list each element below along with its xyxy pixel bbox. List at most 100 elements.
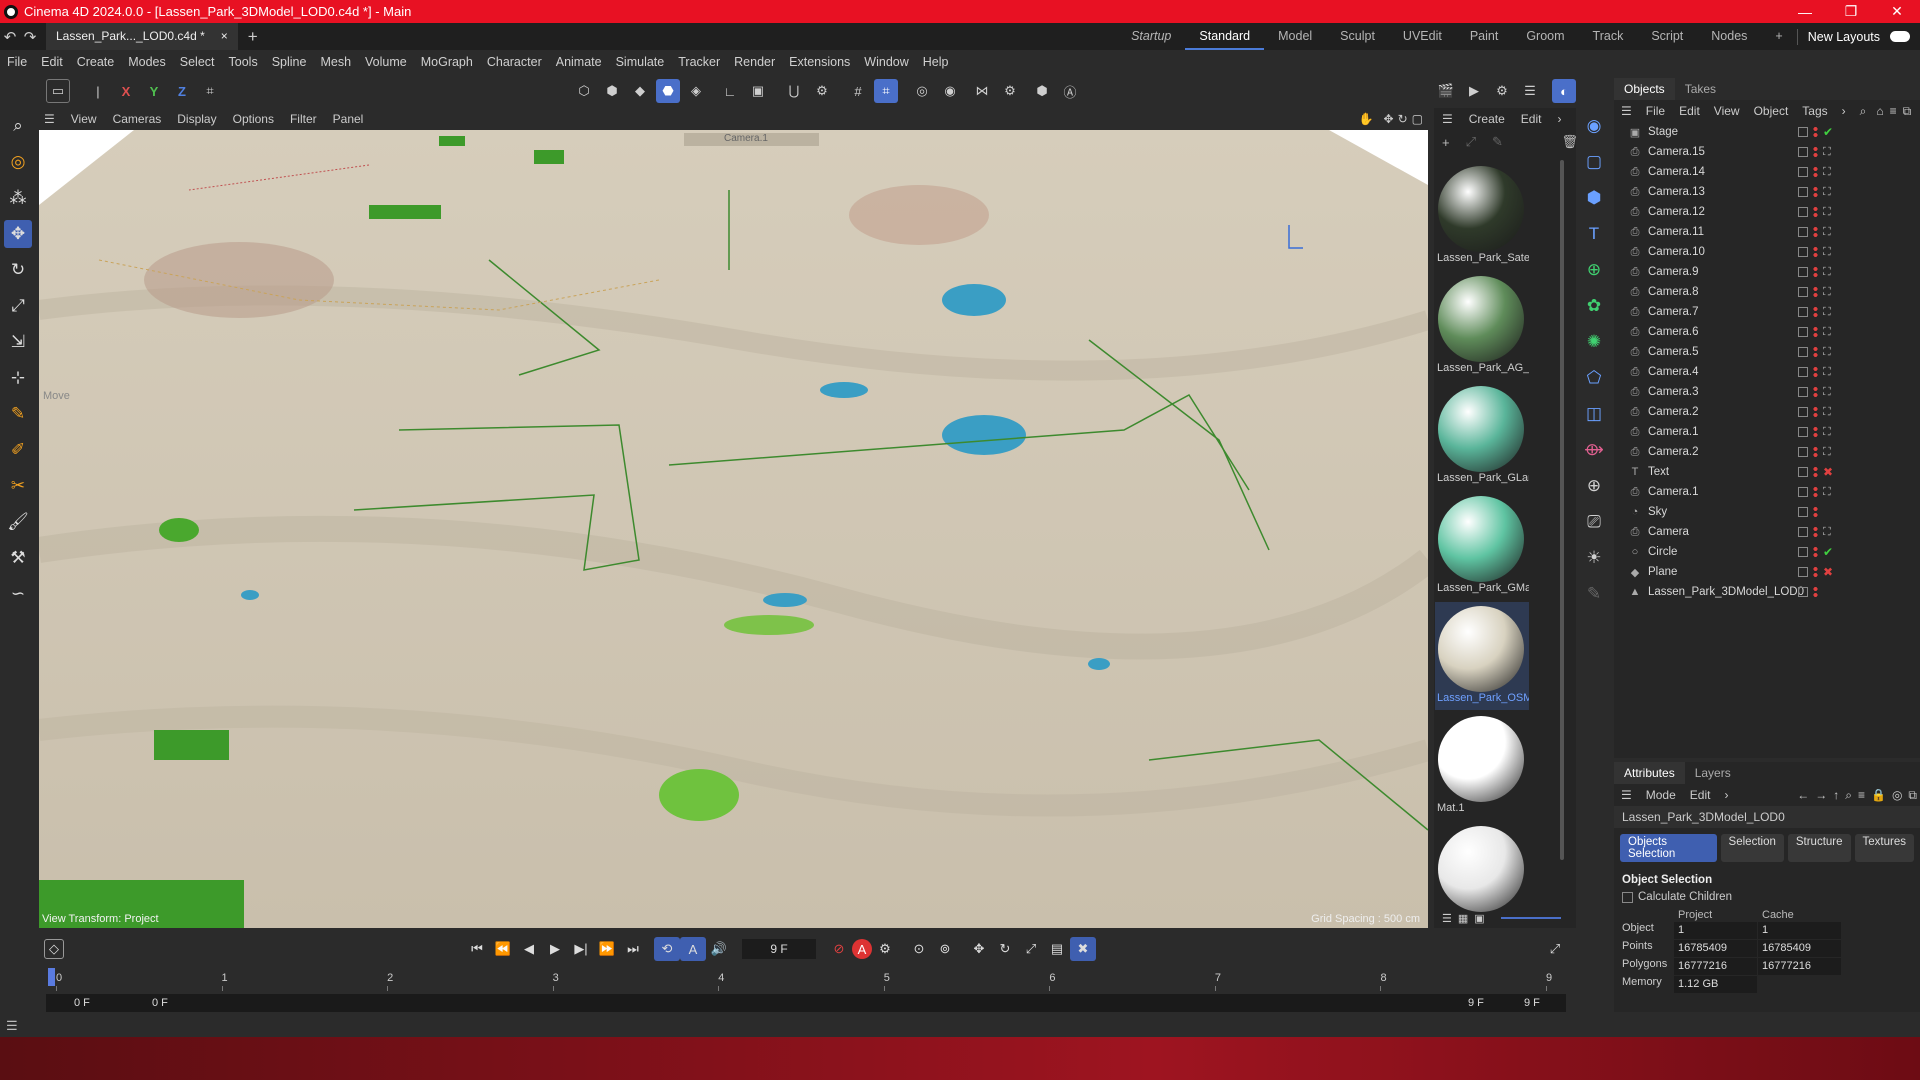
layer-edit-icon[interactable] [1798,167,1808,177]
next-key-icon[interactable]: ⏩ [594,937,620,961]
menu-mograph[interactable]: MoGraph [414,55,480,69]
autokey-icon[interactable]: A [852,939,872,959]
visibility-dots-icon[interactable] [1813,126,1818,138]
move-tool-icon[interactable]: ✥ [4,220,32,248]
playhead[interactable] [48,968,55,986]
camera-tag-icon[interactable]: ⛶ [1823,186,1831,199]
menu-simulate[interactable]: Simulate [609,55,672,69]
material-swatch[interactable] [1435,822,1529,912]
visibility-dots-icon[interactable] [1813,466,1818,478]
camera-tag-icon[interactable]: ⛶ [1823,326,1831,339]
layer-edit-icon[interactable] [1798,507,1808,517]
texture-mode-icon[interactable]: ▣ [746,79,770,103]
spline-pen-icon[interactable]: ✎ [4,400,32,428]
render-settings-icon[interactable]: ⚙ [1490,79,1514,103]
object-row[interactable]: ⎙ Camera.5 ⛶ [1614,342,1920,362]
layer-edit-icon[interactable] [1798,487,1808,497]
polygons-mode-icon[interactable]: ◆ [628,79,652,103]
redo-icon[interactable]: ↷ [20,28,40,46]
material-swatch[interactable]: Lassen_Park_GMa [1435,492,1529,600]
calculate-children-checkbox[interactable] [1622,891,1633,903]
layer-edit-icon[interactable] [1798,287,1808,297]
object-menu-file[interactable]: File [1639,104,1672,118]
key-param-icon[interactable]: ↻ [992,937,1018,961]
layout-tab-standard[interactable]: Standard [1185,23,1265,50]
restore-button[interactable]: ❐ [1828,3,1874,20]
camera-label[interactable]: Camera.1 [684,133,819,146]
camera-object-icon[interactable]: ◉ [1580,112,1608,140]
field-icon[interactable]: ◫ [1580,400,1608,428]
visibility-dots-icon[interactable] [1813,386,1818,398]
object-row[interactable]: ○ Circle ✔ [1614,542,1920,562]
object-row[interactable]: ▣ Stage ✔ [1614,122,1920,142]
object-row[interactable]: ⎙ Camera.1 ⛶ [1614,482,1920,502]
object-name[interactable]: Camera.3 [1648,386,1920,398]
filter-icon[interactable]: ≡ [1887,104,1900,118]
z-axis-lock-button[interactable]: Z [170,79,194,103]
visibility-dots-icon[interactable] [1813,566,1818,578]
workplane-icon[interactable]: ⌗ [874,79,898,103]
menu-file[interactable]: File [0,55,34,69]
previous-frame-icon[interactable]: ◀ [516,937,542,961]
minimize-button[interactable]: — [1782,4,1828,20]
range-start-field[interactable]: 0 F [74,994,90,1012]
sound-icon[interactable]: 🔊 [706,937,732,961]
selection-button[interactable]: Selection [1720,834,1784,862]
new-window-icon[interactable]: ⧉ [1900,104,1915,119]
layer-edit-icon[interactable] [1798,347,1808,357]
structure-button[interactable]: Structure [1787,834,1851,862]
object-menu-view[interactable]: View [1707,104,1747,118]
tab-layers[interactable]: Layers [1685,762,1741,784]
visibility-dots-icon[interactable] [1813,326,1818,338]
camera-tag-icon[interactable]: ⛶ [1823,386,1831,399]
material-menu-edit[interactable]: Edit [1513,112,1550,126]
camera-tag-icon[interactable]: ⛶ [1823,406,1831,419]
add-tab-icon[interactable]: + [248,27,258,47]
transform-tool-icon[interactable]: ⊹ [4,364,32,392]
object-name[interactable]: Camera.13 [1648,186,1920,198]
object-name[interactable]: Camera.10 [1648,246,1920,258]
object-row[interactable]: ⎙ Camera ⛶ [1614,522,1920,542]
generator-icon[interactable]: ⊕ [1580,256,1608,284]
spline-object-icon[interactable]: ▢ [1580,148,1608,176]
object-row[interactable]: ⎙ Camera.3 ⛶ [1614,382,1920,402]
object-name[interactable]: Camera.14 [1648,166,1920,178]
viewport-menu-view[interactable]: View [63,112,105,126]
visibility-dots-icon[interactable] [1813,226,1818,238]
render-queue-icon[interactable]: ☰ [1518,79,1542,103]
material-swatch[interactable]: Lassen_Park_AG_L [1435,272,1529,380]
tab-takes[interactable]: Takes [1675,78,1726,100]
visibility-dots-icon[interactable] [1813,346,1818,358]
viewport-maximize-icon[interactable]: ▢ [1410,112,1429,126]
material-menu-create[interactable]: Create [1461,112,1513,126]
layer-edit-icon[interactable] [1798,307,1808,317]
layout-tab-groom[interactable]: Groom [1512,23,1578,50]
viewport-rotate-icon[interactable]: ↻ [1396,112,1410,126]
transfer-tool-icon[interactable]: ⇲ [4,328,32,356]
coordinate-system-icon[interactable]: ⌗ [198,79,222,103]
object-row[interactable]: ⎙ Camera.10 ⛶ [1614,242,1920,262]
object-name[interactable]: Camera.9 [1648,266,1920,278]
menu-help[interactable]: Help [916,55,956,69]
camera-tag-icon[interactable]: ⛶ [1823,226,1831,239]
object-row[interactable]: ⎙ Camera.11 ⛶ [1614,222,1920,242]
camera-tag-icon[interactable]: ⛶ [1823,306,1831,319]
object-name[interactable]: Camera.1 [1648,426,1920,438]
viewport-menu-icon[interactable]: ☰ [36,112,63,126]
key-settings-icon[interactable]: ⚙ [872,937,898,961]
render-region-icon[interactable]: ⬢ [1030,79,1054,103]
layer-edit-icon[interactable] [1798,427,1808,437]
object-name[interactable]: Sky [1648,506,1920,518]
x-axis-lock-button[interactable]: X [114,79,138,103]
layer-edit-icon[interactable] [1798,247,1808,257]
camera-tag-icon[interactable]: ⛶ [1823,426,1831,439]
knife-icon[interactable]: ⚒ [4,544,32,572]
cloner-icon[interactable]: ✿ [1580,292,1608,320]
effector-icon[interactable]: ✺ [1580,328,1608,356]
cube-object-icon[interactable]: ⬢ [1580,184,1608,212]
y-axis-lock-button[interactable]: Y [142,79,166,103]
add-material-icon[interactable]: + [1434,135,1458,150]
object-row[interactable]: ▲ Lassen_Park_3DModel_LOD0 [1614,582,1920,602]
material-swatch[interactable]: Mat.1 [1435,712,1529,820]
search-icon[interactable]: ⌕ [1842,788,1855,803]
